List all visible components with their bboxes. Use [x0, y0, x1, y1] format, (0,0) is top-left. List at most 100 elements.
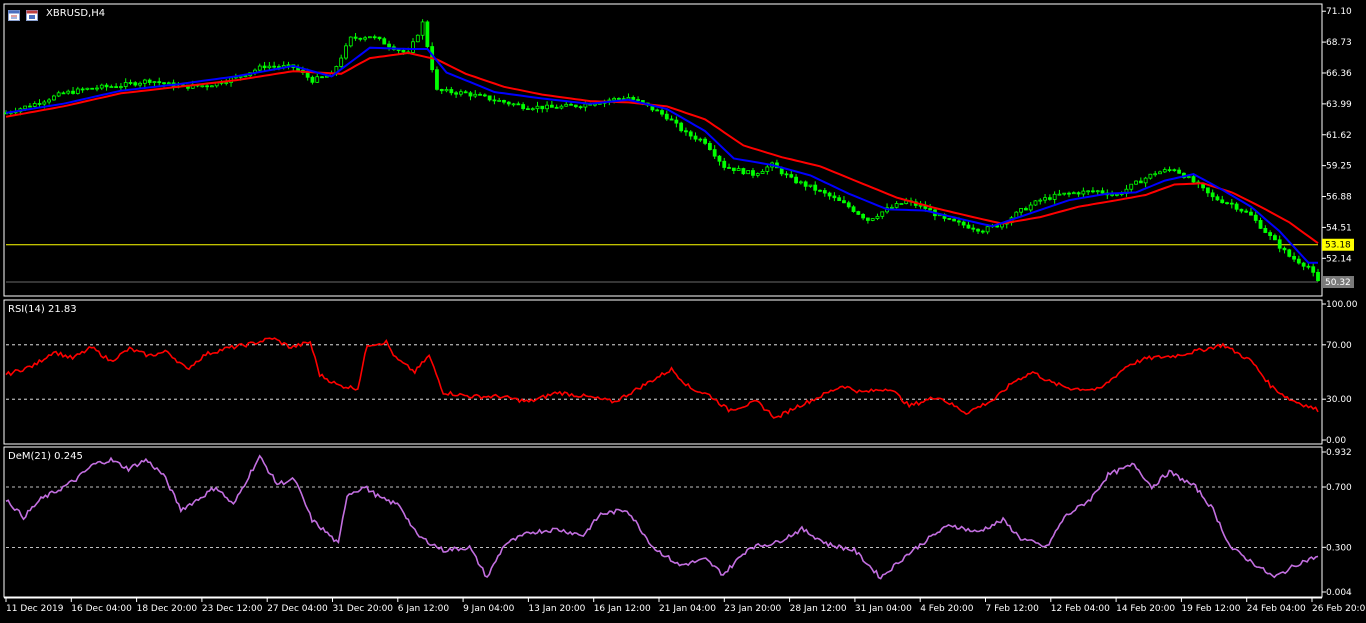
price-candle: [822, 187, 827, 197]
candle-body: [693, 135, 698, 140]
price-candle: [95, 84, 99, 92]
candle-body: [1186, 176, 1191, 178]
candle-body: [71, 90, 75, 94]
candle-body: [564, 103, 569, 107]
candle-body: [980, 230, 985, 233]
candle-body: [1038, 199, 1043, 202]
trading-chart[interactable]: XBRUSD,H4 RSI(14) 21.83 DeM(21) 0.245 71…: [0, 0, 1366, 619]
candle-body: [1229, 202, 1234, 205]
chart-window-icon[interactable]: [26, 6, 38, 21]
candle-body: [368, 36, 372, 39]
candle-body: [664, 113, 669, 120]
price-candle: [889, 204, 894, 209]
candle-body: [1277, 239, 1282, 249]
candle-body: [822, 190, 827, 194]
candle-body: [1301, 262, 1306, 267]
price-candle: [1172, 168, 1177, 172]
candle-body: [458, 91, 463, 95]
x-tick-label: 11 Dec 2019: [6, 604, 64, 614]
candle-body: [880, 211, 885, 217]
y-tick-label: 0.00: [1326, 436, 1346, 446]
chart-canvas[interactable]: XBRUSD,H4 RSI(14) 21.83 DeM(21) 0.245 71…: [0, 0, 1366, 619]
price-candle: [80, 87, 85, 93]
price-pane[interactable]: [4, 19, 1320, 283]
chart-window-icon[interactable]: [8, 6, 20, 21]
x-tick-label: 9 Jan 04:00: [463, 604, 515, 614]
candle-body: [684, 130, 688, 133]
price-candle: [75, 86, 80, 95]
price-candle: [1038, 198, 1043, 205]
candle-body: [128, 82, 133, 84]
price-candle: [166, 81, 171, 85]
price-candle: [1086, 190, 1091, 195]
candle-body: [109, 86, 114, 88]
price-candle: [703, 137, 707, 146]
candle-body: [798, 181, 803, 184]
price-candle: [51, 94, 56, 101]
candle-body: [415, 34, 420, 43]
candle-body: [928, 208, 933, 211]
price-candle: [564, 101, 569, 107]
price-candle: [1301, 261, 1306, 271]
candle-body: [262, 65, 267, 69]
dem-pane[interactable]: [5, 454, 1319, 580]
y-tick-label: 0.932: [1326, 448, 1352, 458]
price-candle: [449, 86, 454, 96]
candle-body: [712, 149, 717, 157]
candle-body: [454, 92, 459, 95]
candle-body: [1024, 208, 1028, 211]
price-candle: [147, 78, 152, 86]
rsi-pane[interactable]: [5, 337, 1319, 419]
price-candle: [1124, 184, 1129, 197]
candle-body: [612, 97, 617, 101]
price-candle: [1162, 167, 1167, 173]
x-tick-label: 31 Jan 04:00: [855, 604, 912, 614]
price-candle: [1067, 191, 1071, 198]
price-candle: [736, 165, 741, 171]
candle-body: [1306, 265, 1311, 268]
ma-fast-line: [5, 46, 1318, 264]
x-tick-label: 4 Feb 20:00: [920, 604, 974, 614]
candle-body: [90, 87, 95, 90]
price-candle: [1205, 187, 1210, 197]
price-candle: [1167, 166, 1172, 173]
price-candle: [865, 217, 870, 224]
candle-body: [1249, 211, 1253, 216]
candle-body: [832, 195, 837, 199]
candle-body: [133, 82, 138, 86]
price-candle: [1253, 211, 1258, 224]
price-candle: [32, 101, 37, 108]
price-candle: [348, 36, 353, 48]
candle-body: [1292, 255, 1296, 260]
price-candle: [1019, 208, 1024, 216]
price-candle: [856, 210, 861, 216]
candle-body: [348, 36, 353, 47]
price-candle: [1134, 180, 1138, 185]
y-tick-label: 71.10: [1326, 7, 1352, 17]
candle-body: [147, 79, 152, 83]
candle-body: [861, 213, 866, 219]
price-candle: [516, 101, 521, 106]
price-candle: [482, 93, 487, 98]
dem-line: [5, 454, 1319, 580]
candle-body: [870, 218, 875, 221]
candle-body: [842, 200, 846, 204]
price-candle: [420, 19, 425, 40]
candle-body: [856, 211, 861, 215]
candle-body: [257, 65, 262, 71]
candle-body: [152, 81, 157, 84]
price-candle: [66, 89, 71, 95]
candle-body: [1296, 258, 1301, 264]
price-candle: [971, 224, 976, 233]
candle-body: [320, 76, 324, 79]
price-candle: [698, 137, 703, 143]
price-candle: [846, 200, 851, 209]
price-candle: [664, 110, 669, 121]
price-candle: [157, 77, 162, 86]
candle-body: [363, 37, 368, 40]
price-candle: [1047, 194, 1052, 201]
candle-body: [851, 206, 856, 212]
price-candle: [497, 97, 502, 102]
x-tick-label: 18 Dec 20:00: [137, 604, 198, 614]
price-candle: [28, 102, 32, 108]
